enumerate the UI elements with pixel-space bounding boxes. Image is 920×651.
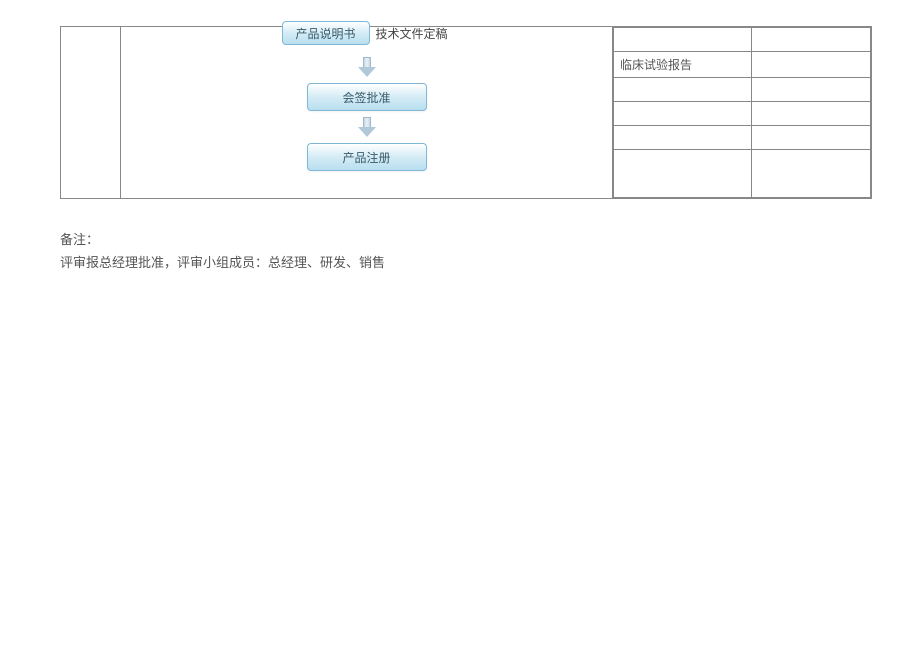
- table-cell: [752, 150, 871, 198]
- table-cell: [614, 28, 752, 52]
- flow-cell: 产品说明书 技术文件定稿 会签批准 产品注册: [121, 27, 613, 199]
- table-cell: [752, 28, 871, 52]
- table-cell-clinical-report: 临床试验报告: [614, 52, 752, 78]
- right-table-container: 临床试验报告: [613, 27, 872, 199]
- flowchart-area: 产品说明书 技术文件定稿 会签批准 产品注册: [121, 27, 612, 197]
- right-side-table: 临床试验报告: [613, 27, 871, 198]
- arrow-down-icon: [358, 57, 376, 77]
- main-layout-table: 产品说明书 技术文件定稿 会签批准 产品注册 临床试验报告: [60, 26, 872, 199]
- process-box-approval: 会签批准: [307, 83, 427, 111]
- process-step-1-group: 产品说明书 技术文件定稿: [282, 21, 452, 45]
- table-cell: [614, 78, 752, 102]
- table-cell: [752, 126, 871, 150]
- notes-section: 备注： 评审报总经理批准，评审小组成员：总经理、研发、销售: [60, 228, 385, 275]
- table-cell: [614, 102, 752, 126]
- process-side-label-tech-doc: 技术文件定稿: [376, 25, 448, 42]
- arrow-down-icon: [358, 117, 376, 137]
- notes-body: 评审报总经理批准，评审小组成员：总经理、研发、销售: [60, 251, 385, 274]
- table-cell: [752, 78, 871, 102]
- table-cell: [614, 150, 752, 198]
- table-cell: [752, 102, 871, 126]
- table-cell: [614, 126, 752, 150]
- table-cell: [752, 52, 871, 78]
- process-box-registration: 产品注册: [307, 143, 427, 171]
- left-empty-cell: [61, 27, 121, 199]
- process-box-product-manual: 产品说明书: [282, 21, 370, 45]
- notes-heading: 备注：: [60, 228, 385, 251]
